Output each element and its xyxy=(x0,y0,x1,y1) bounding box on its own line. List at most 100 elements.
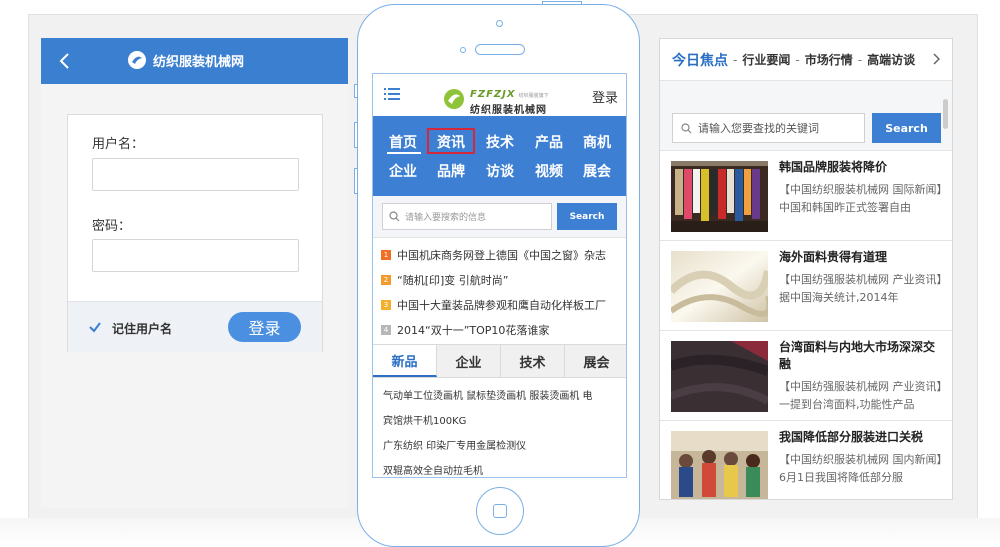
username-input[interactable] xyxy=(92,158,299,191)
brand-logo-icon xyxy=(444,89,464,109)
mobile-header: FZFZJX 纺织服装旗下 纺织服装机械网 登录 xyxy=(373,74,626,116)
news-desc: 【中国纺织服装机械网 国内新闻】6月1日我国将降低部分服 xyxy=(779,453,942,484)
phone-home-button[interactable] xyxy=(476,487,524,535)
username-label: 用户名： xyxy=(92,137,145,152)
login-header: 纺织服装机械网 xyxy=(41,38,348,84)
clothing-rack-thumbnail xyxy=(671,161,768,232)
news-search-placeholder: 请输入您要查找的关键词 xyxy=(698,122,819,135)
remember-label: 记住用户名 xyxy=(112,322,173,336)
list-item[interactable]: 3 中国十大童装品牌参观和鹰自动化样板工厂 xyxy=(381,292,625,317)
list-item[interactable]: 2 “随机[印]变 引航时尚” xyxy=(381,267,625,292)
dark-fabric-thumbnail xyxy=(671,341,768,412)
mobile-search-placeholder: 请输入要搜索的信息 xyxy=(405,213,487,223)
phone-sensor xyxy=(460,47,466,53)
search-icon xyxy=(389,211,400,222)
tab-separator: - xyxy=(857,52,863,67)
tab-market[interactable]: 市场行情 xyxy=(805,51,853,68)
mobile-login-link[interactable]: 登录 xyxy=(592,87,618,106)
tab-companies[interactable]: 企业 xyxy=(437,345,501,377)
rank-badge: 2 xyxy=(381,274,391,285)
news-search-button[interactable]: Search xyxy=(872,113,941,143)
nav-item-interviews[interactable]: 访谈 xyxy=(480,161,520,181)
news-title: 我国降低部分服装进口关税 xyxy=(779,430,924,444)
password-label: 密码： xyxy=(92,219,132,234)
rank-text: 中国机床商务网登上德国《中国之窗》杂志 xyxy=(397,248,606,262)
silk-fabric-thumbnail xyxy=(671,251,768,322)
phone-speaker xyxy=(475,44,525,55)
showcase-stage: 纺织服装机械网 用户名： 密码： 记住用户名 登录 FZFZJX 纺织服装旗下 … xyxy=(0,0,1000,547)
rank-text: 中国十大童装品牌参观和鹰自动化样板工厂 xyxy=(397,298,606,312)
news-title: 韩国品牌服装将降价 xyxy=(779,160,888,174)
mobile-search-input[interactable]: 请输入要搜索的信息 xyxy=(382,203,552,230)
crowd-photo-thumbnail xyxy=(671,431,768,499)
login-form-footer: 记住用户名 登录 xyxy=(68,301,322,352)
back-arrow-icon[interactable] xyxy=(55,51,75,71)
news-title: 海外面料贵得有道理 xyxy=(779,250,888,264)
list-item[interactable]: 双辊高效全自动拉毛机 xyxy=(383,459,621,477)
mobile-search-button[interactable]: Search xyxy=(557,203,617,230)
home-button-icon xyxy=(493,504,507,518)
list-item[interactable]: 广东纺织 印染厂专用金属检测仪 xyxy=(383,434,621,459)
news-desc: 【中国纺强服装机械网 产业资讯】一提到台湾面料,功能性产品 xyxy=(779,380,942,411)
nav-item-companies[interactable]: 企业 xyxy=(383,161,423,181)
rank-badge: 1 xyxy=(381,249,391,260)
news-title: 台湾面料与内地大市场深深交融 xyxy=(779,340,936,371)
phone-camera xyxy=(496,20,503,27)
nav-item-exhibitions[interactable]: 展会 xyxy=(577,161,617,181)
mobile-nav: 首页 资讯 技术 产品 商机 企业 品牌 访谈 视频 展会 xyxy=(373,116,626,196)
news-search-input[interactable]: 请输入您要查找的关键词 xyxy=(672,113,865,143)
mobile-screen: FZFZJX 纺织服装旗下 纺织服装机械网 登录 首页 资讯 技术 产品 商机 企… xyxy=(372,73,627,478)
ranking-list: 1 中国机床商务网登上德国《中国之窗》杂志 2 “随机[印]变 引航时尚” 3 中国十… xyxy=(381,242,625,342)
login-screen: 纺织服装机械网 用户名： 密码： 记住用户名 登录 xyxy=(41,38,348,508)
rank-badge: 4 xyxy=(381,324,391,335)
password-input[interactable] xyxy=(92,239,299,272)
tab-interviews[interactable]: 高端访谈 xyxy=(867,51,915,68)
tab-exhibitions[interactable]: 展会 xyxy=(565,345,626,377)
mobile-tabs: 新品 企业 技术 展会 xyxy=(373,344,626,378)
nav-item-business[interactable]: 商机 xyxy=(577,132,617,152)
nav-item-videos[interactable]: 视频 xyxy=(529,161,569,181)
logo-chinese: 纺织服装机械网 xyxy=(470,105,547,116)
tab-today-focus[interactable]: 今日焦点 xyxy=(672,50,728,70)
login-button[interactable]: 登录 xyxy=(228,312,301,342)
list-item[interactable]: 气动单工位烫画机 鼠标垫烫画机 服装烫画机 电 xyxy=(383,384,621,409)
news-desc: 【中国纺强服装机械网 产业资讯】据中国海关统计,2014年 xyxy=(779,273,942,304)
nav-underline xyxy=(387,152,421,154)
news-item[interactable]: 台湾面料与内地大市场深深交融 【中国纺强服装机械网 产业资讯】一提到台湾面料,功… xyxy=(660,331,952,421)
rank-text: “随机[印]变 引航时尚” xyxy=(397,273,509,287)
scrollbar-thumb[interactable] xyxy=(943,99,948,129)
tab-separator: - xyxy=(795,52,800,67)
news-tabs: 今日焦点 - 行业要闻 - 市场行情 - 高端访谈 xyxy=(660,39,952,81)
logo-tag: 纺织服装旗下 xyxy=(518,93,549,99)
news-search-bar: 请输入您要查找的关键词 Search xyxy=(660,81,952,151)
tab-separator: - xyxy=(733,52,738,67)
nav-item-products[interactable]: 产品 xyxy=(529,132,569,152)
logo-english: FZFZJX xyxy=(470,89,516,100)
login-form: 用户名： 密码： 记住用户名 登录 xyxy=(67,114,323,352)
list-item[interactable]: 1 中国机床商务网登上德国《中国之窗》杂志 xyxy=(381,242,625,267)
list-item[interactable]: 4 2014“双十一”TOP10花落谁家 xyxy=(381,317,625,342)
product-list: 气动单工位烫画机 鼠标垫烫画机 服装烫画机 电 宾馆烘干机100KG 广东纺织 … xyxy=(383,384,621,477)
chevron-right-icon[interactable] xyxy=(932,53,940,65)
news-item[interactable]: 海外面料贵得有道理 【中国纺强服装机械网 产业资讯】据中国海关统计,2014年 xyxy=(660,241,952,331)
site-logo-icon xyxy=(128,51,146,69)
rank-text: 2014“双十一”TOP10花落谁家 xyxy=(397,323,550,337)
list-item[interactable]: 宾馆烘干机100KG xyxy=(383,409,621,434)
mobile-logo: FZFZJX 纺织服装旗下 纺织服装机械网 xyxy=(443,82,549,116)
search-icon xyxy=(681,123,692,134)
nav-item-tech[interactable]: 技术 xyxy=(480,132,520,152)
rank-badge: 3 xyxy=(381,299,391,310)
login-title: 纺织服装机械网 xyxy=(127,50,244,70)
remember-checkbox[interactable] xyxy=(88,320,102,334)
tab-tech[interactable]: 技术 xyxy=(501,345,565,377)
news-item[interactable]: 我国降低部分服装进口关税 【中国纺织服装机械网 国内新闻】6月1日我国将降低部分… xyxy=(660,421,952,499)
tab-new-products[interactable]: 新品 xyxy=(373,345,437,377)
nav-item-home[interactable]: 首页 xyxy=(383,132,423,152)
nav-item-brands[interactable]: 品牌 xyxy=(431,161,471,181)
news-desc: 【中国纺织服装机械网 国际新闻】中国和韩国昨正式签署自由 xyxy=(779,183,942,214)
nav-item-news[interactable]: 资讯 xyxy=(431,132,471,152)
mobile-search-bar: 请输入要搜索的信息 Search xyxy=(373,196,626,238)
tab-industry-news[interactable]: 行业要闻 xyxy=(742,51,790,68)
list-menu-icon[interactable] xyxy=(384,88,400,101)
news-item[interactable]: 韩国品牌服装将降价 【中国纺织服装机械网 国际新闻】中国和韩国昨正式签署自由 xyxy=(660,151,952,241)
